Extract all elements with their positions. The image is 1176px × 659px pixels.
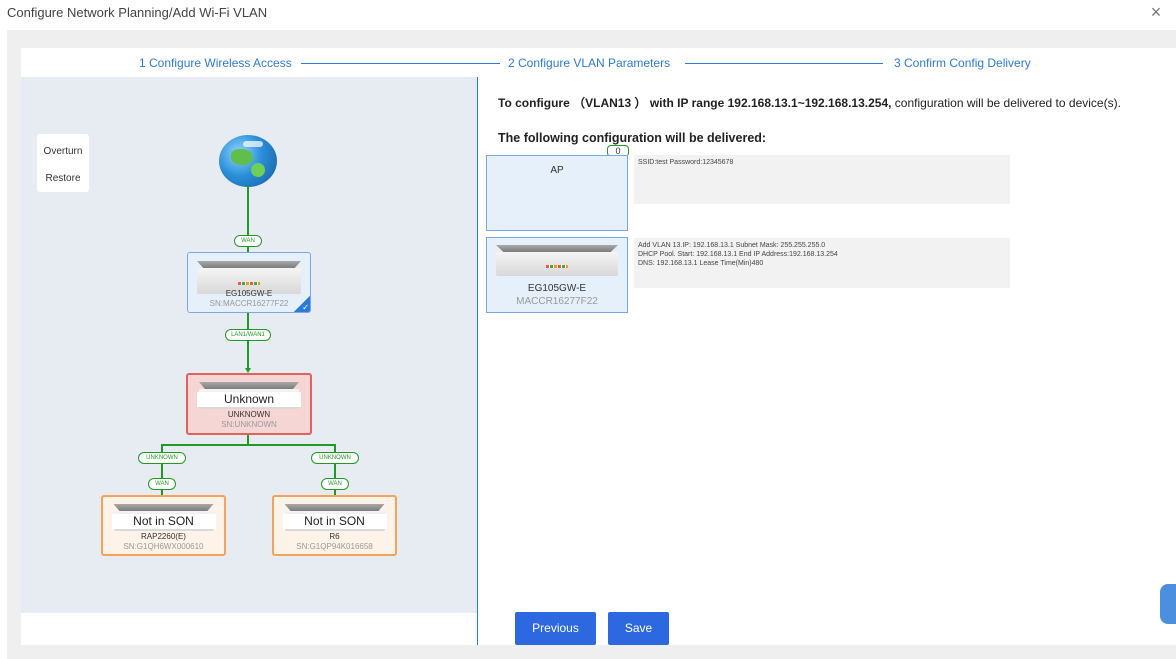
panel-divider (477, 77, 478, 645)
summary-suffix: configuration will be delivered to devic… (894, 96, 1121, 110)
gateway-model: EG105GW-E (225, 289, 273, 298)
deliver-title: The following configuration will be deli… (498, 131, 767, 145)
selected-check-icon: ✓ (294, 296, 310, 312)
ap-left-model: RAP2260(E) (141, 532, 186, 541)
restore-button[interactable]: Restore (37, 173, 89, 184)
help-widget-icon[interactable] (1160, 584, 1176, 624)
link-gateway-switch (247, 313, 249, 369)
step-1-label: 1 Configure Wireless Access (139, 56, 292, 70)
ap-right-status: Not in SON (282, 514, 387, 529)
gateway-config-sn: MACCR16277F22 (516, 296, 598, 307)
gateway-config-card: EG105GW-E MACCR16277F22 (486, 237, 628, 313)
link-branch-horizontal (162, 444, 335, 446)
link-label-lan1-wan1: LAN1/WAN1 (225, 329, 271, 341)
ap-config-text: SSID:test Password:12345678 (634, 155, 1010, 204)
summary-vlan: （VLAN13 ） (573, 96, 647, 110)
ap-right-model: R6 (329, 532, 340, 541)
unknown-sn: SN:UNKNOWN (221, 420, 277, 429)
link-label-unknown-right: UNKNOWN (311, 452, 359, 464)
ap-device-card-right[interactable]: Not in SON R6 SN:G1QP94K016658 (272, 495, 397, 556)
step-connector-1 (301, 63, 500, 64)
ap-left-status: Not in SON (111, 514, 216, 529)
gateway-config-device-icon (496, 252, 618, 276)
step-3-label: 3 Confirm Config Delivery (894, 56, 1031, 70)
summary-prefix: To configure (498, 96, 570, 110)
save-button[interactable]: Save (608, 612, 669, 645)
title-bar: Configure Network Planning/Add Wi-Fi VLA… (0, 0, 1176, 28)
topology-controls: Overturn Restore (37, 134, 89, 192)
gateway-config-model: EG105GW-E (527, 283, 587, 294)
gateway-device-card[interactable]: EG105GW-E SN:MACCR16277F22 ✓ (187, 252, 311, 313)
step-connector-2 (685, 63, 883, 64)
ap-right-sn: SN:G1QP94K016658 (296, 542, 373, 551)
ap-config-label: AP (550, 165, 564, 176)
unknown-device-card[interactable]: Unknown UNKNOWN SN:UNKNOWN (186, 373, 312, 435)
gateway-sn: SN:MACCR16277F22 (209, 299, 289, 308)
ap-device-card-left[interactable]: Not in SON RAP2260(E) SN:G1QH6WX000610 (101, 495, 226, 556)
config-summary: To configure （VLAN13 ） with IP range 192… (498, 96, 1138, 110)
gateway-config-line-2: DHCP Pool. Start: 192.168.13.1 End IP Ad… (638, 251, 838, 258)
link-label-wan: WAN (234, 235, 262, 247)
ap-config-card: AP (486, 155, 628, 231)
unknown-status: Unknown (197, 392, 301, 407)
summary-ip-range: with IP range 192.168.13.1~192.168.13.25… (649, 96, 892, 110)
internet-globe-icon (219, 135, 277, 187)
link-label-wan-right: WAN (321, 478, 349, 490)
window-title: Configure Network Planning/Add Wi-Fi VLA… (7, 5, 268, 20)
ap-config-line: SSID:test Password:12345678 (638, 159, 734, 166)
unknown-model: UNKNOWN (227, 410, 271, 419)
gateway-config-line-1: Add VLAN 13.IP: 192.168.13.1 Subnet Mask… (638, 242, 826, 249)
link-label-unknown-left: UNKNOWN (138, 452, 186, 464)
gateway-config-text: Add VLAN 13.IP: 192.168.13.1 Subnet Mask… (634, 238, 1010, 288)
ap-left-sn: SN:G1QH6WX000610 (123, 542, 204, 551)
link-label-wan-left: WAN (148, 478, 176, 490)
previous-button[interactable]: Previous (515, 612, 596, 645)
overturn-button[interactable]: Overturn (37, 146, 89, 157)
close-icon[interactable]: × (1146, 2, 1166, 22)
step-2-label: 2 Configure VLAN Parameters (508, 56, 671, 70)
gateway-config-line-3: DNS: 192.168.13.1 Lease Time(Min)480 (638, 260, 764, 267)
